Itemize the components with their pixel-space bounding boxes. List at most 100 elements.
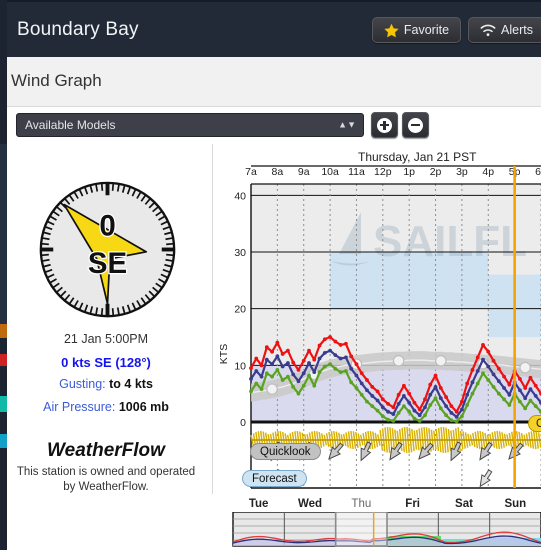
series-point-average — [264, 357, 269, 362]
series-point-gust — [333, 339, 338, 344]
series-point-average — [338, 356, 343, 361]
series-point-gust — [396, 392, 401, 397]
observation-timestamp: 21 Jan 5:00PM — [63, 332, 149, 346]
quicklook-pill[interactable]: Quicklook — [250, 443, 321, 460]
series-point-lull — [444, 413, 448, 418]
navigator-day-wed[interactable]: Wed — [298, 498, 322, 510]
compass-direction-text: SE — [88, 247, 127, 280]
navigator-day-tue[interactable]: Tue — [249, 498, 269, 510]
series-point-gust — [275, 340, 280, 345]
series-point-lull — [391, 418, 396, 423]
navigator-day-fri[interactable]: Fri — [405, 498, 420, 510]
navigator-day-sun[interactable]: Sun — [504, 498, 526, 510]
wifi-icon — [480, 24, 496, 37]
series-point-average — [375, 398, 380, 403]
collapsed-sidebar-sliver[interactable] — [0, 0, 7, 550]
model-point-marker[interactable] — [392, 355, 405, 367]
series-point-lull — [328, 362, 332, 367]
series-point-lull — [533, 404, 538, 409]
series-point-average — [475, 369, 480, 373]
series-point-gust — [465, 381, 470, 386]
forecast-pill[interactable]: Forecast — [242, 470, 307, 487]
series-point-gust — [481, 343, 485, 347]
series-point-lull — [507, 403, 512, 407]
series-point-gust — [375, 389, 380, 394]
gusting-row: Gusting: to 4 kts — [0, 377, 212, 391]
series-point-lull — [423, 413, 427, 418]
model-point-marker[interactable] — [519, 361, 531, 374]
series-point-gust — [449, 404, 454, 409]
right-edge-badge[interactable]: O — [528, 415, 541, 432]
y-tick-label: 0 — [240, 417, 246, 429]
pressure-value: 1006 mb — [118, 400, 169, 414]
series-point-average — [523, 396, 528, 401]
series-point-gust — [380, 397, 385, 402]
date-range-navigator[interactable]: Tue Wed Thu Fri Sat Sun — [213, 494, 541, 550]
series-point-lull — [470, 391, 475, 396]
plus-icon — [377, 117, 392, 133]
series-point-average — [333, 353, 338, 358]
series-point-average — [365, 388, 369, 393]
series-point-average — [465, 392, 470, 397]
series-point-lull — [349, 380, 354, 385]
series-point-gust — [486, 349, 491, 354]
series-point-lull — [359, 392, 364, 397]
series-point-lull — [291, 384, 296, 389]
alerts-button[interactable]: Alerts — [468, 17, 541, 43]
series-point-lull — [344, 369, 348, 373]
navigator-day-sat[interactable]: Sat — [455, 498, 473, 510]
forecast-label: Forecast — [252, 472, 297, 485]
series-point-lull — [491, 384, 496, 389]
series-point-lull — [454, 419, 459, 424]
series-point-lull — [264, 371, 269, 376]
series-point-lull — [386, 417, 390, 422]
star-icon — [384, 22, 399, 38]
series-point-lull — [449, 418, 454, 423]
y-tick-label: 10 — [234, 360, 246, 372]
series-point-gust — [264, 345, 269, 350]
series-point-average — [502, 386, 506, 390]
series-point-average — [407, 400, 412, 405]
wind-graph-panel[interactable]: Thursday, Jan 21 PST 7a 8a 9a 10a 11a 12p 1p 2p… — [213, 144, 541, 550]
series-point-lull — [380, 414, 385, 419]
series-point-gust — [254, 356, 259, 361]
series-point-gust — [502, 374, 506, 379]
series-point-average — [507, 392, 512, 397]
section-title: Wind Graph — [11, 71, 102, 90]
model-point-marker[interactable] — [266, 383, 278, 395]
series-point-gust — [359, 371, 364, 376]
series-point-average — [396, 401, 401, 406]
series-point-lull — [523, 406, 528, 411]
add-model-button[interactable] — [371, 112, 398, 138]
series-point-lull — [370, 404, 375, 409]
favorite-button[interactable]: Favorite — [371, 17, 462, 43]
series-point-lull — [286, 374, 290, 379]
series-point-gust — [386, 401, 390, 406]
series-point-lull — [460, 414, 464, 419]
watermark-text: SAILFL — [373, 217, 527, 266]
model-point-marker[interactable] — [435, 355, 447, 367]
series-point-lull — [301, 383, 306, 388]
model-select[interactable]: Available Models ▲▼ — [16, 113, 364, 137]
app-root: Boundary Bay Favorite Alerts Wind Graph — [0, 0, 541, 550]
series-point-average — [438, 396, 443, 401]
weatherflow-logo: WeatherFlow — [47, 440, 165, 461]
series-point-lull — [307, 373, 311, 378]
wind-graph-plot[interactable]: SAILFL 0 10 20 30 40 KTS — [213, 144, 541, 494]
navigator-overview-chart[interactable] — [213, 512, 541, 550]
navigator-selection-fill[interactable] — [335, 512, 387, 546]
series-point-lull — [317, 370, 322, 375]
series-point-average — [528, 387, 533, 392]
series-point-average — [402, 394, 406, 398]
series-point-gust — [470, 367, 475, 372]
navigator-day-thu[interactable]: Thu — [351, 498, 371, 510]
series-point-gust — [354, 362, 359, 367]
series-point-average — [533, 394, 538, 398]
series-point-average — [470, 380, 475, 385]
remove-model-button[interactable] — [402, 112, 429, 138]
series-point-average — [454, 415, 459, 419]
forecast-direction-arrow[interactable] — [476, 468, 494, 489]
app-header: Boundary Bay Favorite Alerts — [0, 0, 541, 59]
series-point-gust — [438, 386, 443, 390]
pressure-label: Air Pressure: — [43, 400, 116, 414]
